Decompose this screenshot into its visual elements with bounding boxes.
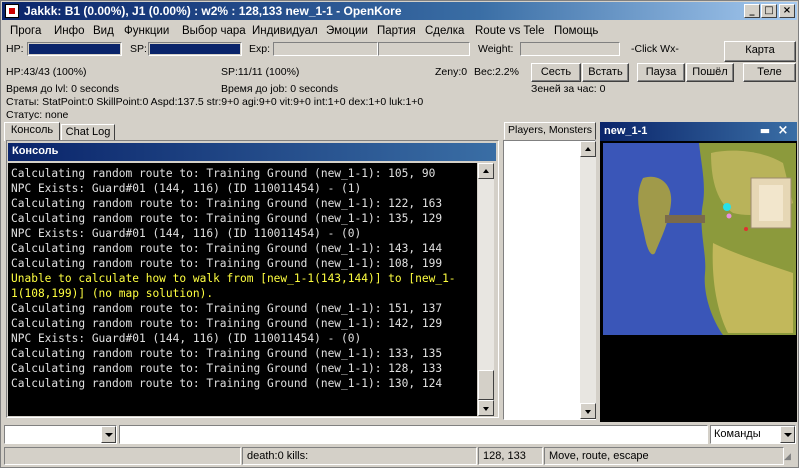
down-arrow-icon bbox=[585, 410, 591, 414]
menu-individual[interactable]: Индивидуал bbox=[252, 25, 318, 37]
tab-chat-log[interactable]: Chat Log bbox=[61, 124, 115, 141]
npc-marker bbox=[726, 213, 732, 219]
go-button[interactable]: Пошёл bbox=[686, 63, 734, 82]
hp-bar-fill bbox=[29, 44, 120, 54]
status-kills: death:0 kills: bbox=[242, 447, 477, 465]
menu-help[interactable]: Помощь bbox=[554, 25, 598, 37]
sp-bar bbox=[148, 42, 242, 56]
hp-label: HP: bbox=[6, 43, 24, 55]
menu-emotions[interactable]: Эмоции bbox=[326, 25, 368, 37]
menu-trade[interactable]: Сделка bbox=[425, 25, 464, 37]
map-image[interactable] bbox=[603, 143, 796, 335]
up-arrow-icon bbox=[585, 147, 591, 151]
down-arrow-icon bbox=[483, 407, 489, 411]
pause-button[interactable]: Пауза bbox=[637, 63, 685, 82]
console-line: Calculating random route to: Training Gr… bbox=[11, 377, 443, 390]
console-line: Calculating random route to: Training Gr… bbox=[11, 347, 443, 360]
scroll-up-button[interactable] bbox=[478, 163, 494, 179]
weight-label: Weight: bbox=[478, 43, 514, 55]
close-button[interactable]: × bbox=[779, 4, 795, 18]
players-scroll-down[interactable] bbox=[580, 403, 596, 419]
console-line: NPC Exists: Guard#01 (144, 116) (ID 1100… bbox=[11, 332, 362, 345]
sp-label: SP: bbox=[130, 43, 147, 55]
weight-bar bbox=[520, 42, 620, 56]
console-line: Calculating random route to: Training Gr… bbox=[11, 197, 443, 210]
console-line: Calculating random route to: Training Gr… bbox=[11, 167, 436, 180]
console-scrollbar[interactable] bbox=[478, 163, 494, 416]
menu-info[interactable]: Инфо bbox=[54, 25, 84, 37]
stand-button[interactable]: Встать bbox=[582, 63, 629, 82]
map-bridge bbox=[665, 215, 705, 223]
menu-party[interactable]: Партия bbox=[377, 25, 416, 37]
map-minimize-icon[interactable]: ▬ bbox=[758, 124, 772, 138]
menu-char-select[interactable]: Выбор чара bbox=[182, 25, 246, 37]
players-monsters-tab[interactable]: Players, Monsters bbox=[504, 122, 596, 140]
menu-route-vs-tele[interactable]: Route vs Tele bbox=[475, 25, 544, 37]
menu-bar: Прога Инфо Вид Функции Выбор чара Индиви… bbox=[2, 22, 797, 40]
window-title: Jakkk: B1 (0.00%), J1 (0.00%) : w2% : 12… bbox=[24, 4, 402, 18]
commands-select[interactable]: Команды bbox=[710, 425, 796, 444]
console-output[interactable]: Calculating random route to: Training Gr… bbox=[8, 163, 477, 416]
players-scrollbar[interactable] bbox=[580, 141, 596, 419]
console-line: Calculating random route to: Training Gr… bbox=[11, 302, 443, 315]
map-button[interactable]: Карта bbox=[724, 41, 796, 62]
up-arrow-icon bbox=[483, 169, 489, 173]
click-hint: -Click Wx- bbox=[631, 43, 679, 55]
console-line: NPC Exists: Guard#01 (144, 116) (ID 1100… bbox=[11, 227, 362, 240]
chevron-down-icon[interactable] bbox=[101, 426, 116, 443]
time-to-level: Время до lvl: 0 seconds bbox=[6, 83, 120, 95]
map-close-icon[interactable]: × bbox=[776, 123, 790, 138]
console-header: Консоль bbox=[8, 143, 496, 161]
title-bar[interactable]: Jakkk: B1 (0.00%), J1 (0.00%) : w2% : 12… bbox=[2, 2, 797, 20]
scroll-thumb[interactable] bbox=[478, 370, 494, 400]
app-icon bbox=[5, 4, 19, 18]
status-mode: Move, route, escape bbox=[544, 447, 784, 465]
chevron-down-icon[interactable] bbox=[780, 426, 795, 443]
npc-marker-red bbox=[744, 227, 748, 231]
resize-grip-icon[interactable]: ◢ bbox=[784, 452, 791, 462]
console-line: Unable to calculate how to walk from [ne… bbox=[11, 272, 456, 285]
minimize-button[interactable]: _ bbox=[744, 4, 760, 18]
console-line: 1(108,199)] (no map solution). bbox=[11, 287, 214, 300]
exp-bar-base bbox=[273, 42, 378, 56]
chat-type-select[interactable] bbox=[4, 425, 117, 444]
console-line: NPC Exists: Guard#01 (144, 116) (ID 1100… bbox=[11, 182, 362, 195]
exp-label: Exp: bbox=[249, 43, 271, 55]
sit-button[interactable]: Сесть bbox=[531, 63, 581, 82]
scroll-down-button[interactable] bbox=[478, 400, 494, 416]
exp-bar-job bbox=[378, 42, 470, 56]
stats-line: Статы: StatPoint:0 SkillPoint:0 Aspd:137… bbox=[6, 96, 424, 108]
status-line: Статус: none bbox=[6, 109, 69, 121]
tab-console[interactable]: Консоль bbox=[4, 122, 60, 141]
menu-vid[interactable]: Вид bbox=[93, 25, 114, 37]
console-line: Calculating random route to: Training Gr… bbox=[11, 212, 443, 225]
console-line: Calculating random route to: Training Gr… bbox=[11, 242, 443, 255]
console-line: Calculating random route to: Training Gr… bbox=[11, 257, 443, 270]
zeny-text: Zeny:0 bbox=[435, 66, 468, 78]
status-pane-empty bbox=[4, 447, 241, 465]
hp-text: HP:43/43 (100%) bbox=[6, 66, 87, 78]
player-marker bbox=[723, 203, 731, 211]
sp-bar-fill bbox=[150, 44, 240, 54]
map-castle-inner bbox=[759, 185, 783, 221]
command-input[interactable] bbox=[119, 425, 708, 444]
weight-percent: Вес:2.2% bbox=[474, 66, 519, 78]
menu-proga[interactable]: Прога bbox=[10, 25, 41, 37]
maximize-button[interactable]: □ bbox=[761, 4, 777, 18]
console-line: Calculating random route to: Training Gr… bbox=[11, 362, 443, 375]
sp-text: SP:11/11 (100%) bbox=[221, 66, 300, 78]
zeny-per-hour: Зеней за час: 0 bbox=[531, 83, 606, 95]
time-to-job: Время до job: 0 seconds bbox=[221, 83, 339, 95]
teleport-button[interactable]: Теле bbox=[743, 63, 796, 82]
console-line: Calculating random route to: Training Gr… bbox=[11, 317, 443, 330]
status-coords: 128, 133 bbox=[478, 447, 543, 465]
players-scroll-up[interactable] bbox=[580, 141, 596, 157]
hp-bar bbox=[27, 42, 122, 56]
commands-select-value: Команды bbox=[714, 428, 761, 440]
menu-functions[interactable]: Функции bbox=[124, 25, 169, 37]
